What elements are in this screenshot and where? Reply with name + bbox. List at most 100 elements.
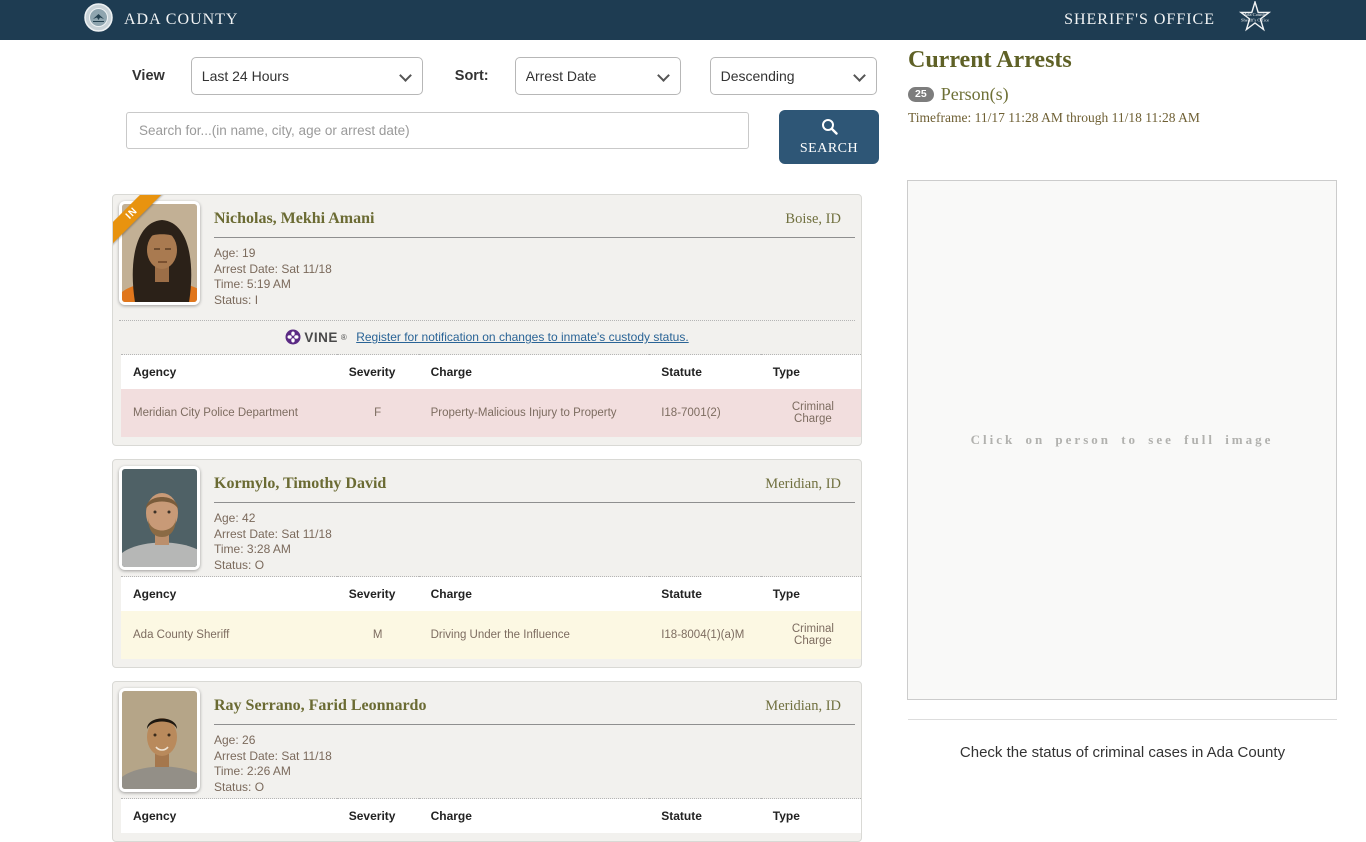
charge-description: Property-Malicious Injury to Property — [419, 389, 650, 437]
arrest-card[interactable]: IN Nicholas, Mekhi Amani Boise, ID Age: … — [112, 194, 862, 446]
image-preview-panel: Click on person to see full image — [907, 180, 1337, 700]
col-type: Type — [761, 355, 862, 390]
charges-header-row: Agency Severity Charge Statute Type — [121, 799, 862, 834]
search-row: SEARCH — [112, 112, 880, 164]
page-title: Current Arrests — [908, 47, 1072, 74]
col-statute: Statute — [649, 799, 761, 834]
charge-row: Ada County Sheriff M Driving Under the I… — [121, 611, 862, 659]
charge-statute: I18-7001(2) — [649, 389, 761, 437]
sort-direction-select-wrap: Descending — [681, 57, 877, 95]
sort-by-select-wrap: Arrest Date — [489, 57, 681, 95]
col-type: Type — [761, 577, 862, 612]
arrest-date: Arrest Date: Sat 11/18 — [214, 262, 855, 278]
navbar-right: SHERIFF'S OFFICE Ada County Sheriff's Of… — [1064, 1, 1283, 40]
case-status-link[interactable]: Check the status of criminal cases in Ad… — [908, 744, 1337, 761]
col-agency: Agency — [121, 799, 337, 834]
col-severity: Severity — [337, 355, 419, 390]
vine-register-link[interactable]: Register for notification on changes to … — [356, 330, 688, 344]
brand-title: ADA COUNTY — [124, 11, 238, 29]
mugshot-photo[interactable] — [119, 466, 200, 570]
charge-type: Criminal Charge — [761, 611, 862, 659]
charge-description: Driving Under the Influence — [419, 611, 650, 659]
col-severity: Severity — [337, 799, 419, 834]
view-select[interactable]: Last 24 Hours — [191, 57, 423, 95]
view-label: View — [132, 68, 165, 84]
col-type: Type — [761, 799, 862, 834]
person-count-row: 25 Person(s) — [908, 84, 1009, 105]
arrest-age: Age: 26 — [214, 733, 855, 749]
col-charge: Charge — [419, 355, 650, 390]
sort-label: Sort: — [455, 68, 489, 84]
filter-controls: View Last 24 Hours Sort: Arrest Date Des… — [112, 57, 880, 95]
arrestee-city: Meridian, ID — [765, 698, 841, 715]
arrest-time: Time: 3:28 AM — [214, 542, 855, 558]
view-select-wrap: Last 24 Hours — [165, 57, 423, 95]
arrest-card-top: Ray Serrano, Farid Leonnardo Meridian, I… — [119, 688, 855, 798]
arrest-card[interactable]: Ray Serrano, Farid Leonnardo Meridian, I… — [112, 681, 862, 842]
arrestee-city: Meridian, ID — [765, 476, 841, 493]
col-statute: Statute — [649, 355, 761, 390]
arrestee-name: Ray Serrano, Farid Leonnardo — [214, 697, 426, 715]
charges-table: Agency Severity Charge Statute Type — [121, 798, 862, 833]
sheriff-star-icon: Ada County Sheriff's Office — [1227, 1, 1283, 40]
charges-header-row: Agency Severity Charge Statute Type — [121, 577, 862, 612]
charge-statute: I18-8004(1)(a)M — [649, 611, 761, 659]
arrest-details: Age: 42 Arrest Date: Sat 11/18 Time: 3:2… — [214, 503, 855, 573]
sort-by-select[interactable]: Arrest Date — [515, 57, 681, 95]
arrest-status: Status: O — [214, 558, 855, 574]
vine-row: VINE® Register for notification on chang… — [119, 320, 855, 354]
top-navbar: ADA COUNTY SHERIFF'S OFFICE Ada County S… — [0, 0, 1366, 40]
svg-text:Sheriff's Office: Sheriff's Office — [1241, 17, 1269, 22]
arrest-card[interactable]: Kormylo, Timothy David Meridian, ID Age:… — [112, 459, 862, 668]
main-content: View Last 24 Hours Sort: Arrest Date Des… — [0, 57, 880, 842]
sheriffs-office-title: SHERIFF'S OFFICE — [1064, 11, 1215, 29]
arrest-card-header: Kormylo, Timothy David Meridian, ID — [214, 466, 855, 503]
arrest-details: Age: 26 Arrest Date: Sat 11/18 Time: 2:2… — [214, 725, 855, 795]
col-charge: Charge — [419, 799, 650, 834]
arrest-date: Arrest Date: Sat 11/18 — [214, 749, 855, 765]
arrest-card-top: Nicholas, Mekhi Amani Boise, ID Age: 19 … — [119, 201, 855, 311]
arrest-card-header: Nicholas, Mekhi Amani Boise, ID — [214, 201, 855, 238]
col-statute: Statute — [649, 577, 761, 612]
col-agency: Agency — [121, 355, 337, 390]
search-button[interactable]: SEARCH — [779, 110, 879, 164]
charges-table: Agency Severity Charge Statute Type Ada … — [121, 576, 862, 659]
svg-text:Ada County: Ada County — [1244, 12, 1267, 17]
search-icon — [821, 118, 838, 138]
charge-row: Meridian City Police Department F Proper… — [121, 389, 862, 437]
charge-type: Criminal Charge — [761, 389, 862, 437]
arrest-time: Time: 5:19 AM — [214, 277, 855, 293]
mugshot-photo[interactable] — [119, 688, 200, 792]
arrest-status: Status: O — [214, 780, 855, 796]
col-severity: Severity — [337, 577, 419, 612]
arrest-card-top: Kormylo, Timothy David Meridian, ID Age:… — [119, 466, 855, 576]
timeframe-text: Timeframe: 11/17 11:28 AM through 11/18 … — [908, 110, 1200, 126]
arrest-list: IN Nicholas, Mekhi Amani Boise, ID Age: … — [112, 194, 880, 842]
arrest-time: Time: 2:26 AM — [214, 764, 855, 780]
vine-wordmark: VINE — [304, 330, 338, 345]
charge-agency: Meridian City Police Department — [121, 389, 337, 437]
county-seal-icon — [84, 3, 113, 37]
sort-direction-select[interactable]: Descending — [710, 57, 877, 95]
vine-badge: VINE® — [285, 328, 346, 346]
preview-placeholder-text: Click on person to see full image — [971, 432, 1274, 448]
arrest-date: Arrest Date: Sat 11/18 — [214, 527, 855, 543]
charges-header-row: Agency Severity Charge Statute Type — [121, 355, 862, 390]
search-input[interactable] — [126, 112, 749, 149]
vine-registered-mark: ® — [341, 333, 347, 342]
sidebar-divider — [908, 719, 1337, 720]
search-button-label: SEARCH — [800, 141, 858, 157]
brand-group: ADA COUNTY — [84, 3, 238, 37]
person-count-badge: 25 — [908, 87, 934, 102]
arrest-status: Status: I — [214, 293, 855, 309]
arrestee-name: Kormylo, Timothy David — [214, 475, 386, 493]
arrestee-name: Nicholas, Mekhi Amani — [214, 210, 374, 228]
col-agency: Agency — [121, 577, 337, 612]
vine-icon — [285, 328, 301, 346]
arrest-details: Age: 19 Arrest Date: Sat 11/18 Time: 5:1… — [214, 238, 855, 308]
charges-table: Agency Severity Charge Statute Type Meri… — [121, 354, 862, 437]
arrestee-city: Boise, ID — [785, 211, 841, 228]
charge-severity: F — [337, 389, 419, 437]
arrest-age: Age: 19 — [214, 246, 855, 262]
col-charge: Charge — [419, 577, 650, 612]
